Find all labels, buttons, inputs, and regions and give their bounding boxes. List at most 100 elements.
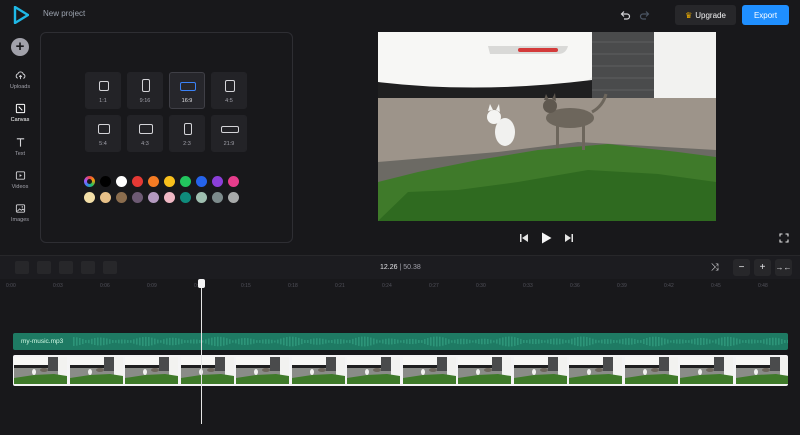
color-swatch[interactable] [132,176,143,187]
top-bar: New project ♛ Upgrade Export [0,0,800,30]
ratio-option-21-9[interactable]: 21:9 [211,115,247,152]
color-swatch[interactable] [180,176,191,187]
ratio-label: 5:4 [99,141,107,147]
upload-cloud-icon [15,71,25,80]
custom-color-picker-icon[interactable] [84,176,95,187]
color-swatch[interactable] [196,176,207,187]
redo-icon[interactable] [639,9,651,21]
duplicate-tool-icon[interactable] [37,261,51,274]
video-thumbnail [735,357,788,384]
ratio-label: 2:3 [183,141,191,147]
upgrade-button[interactable]: ♛ Upgrade [675,5,736,25]
undo-icon[interactable] [619,9,631,21]
export-button[interactable]: Export [742,5,789,25]
ratio-option-1-1[interactable]: 1:1 [85,72,121,109]
video-thumbnail [347,357,400,384]
canvas-settings-panel: 1:1 9:16 16:9 4:5 5:4 4:3 2:3 21:9 [40,32,293,243]
image-icon [15,204,25,213]
sidebar-item-videos[interactable]: Videos [0,170,40,200]
ratio-option-4-3[interactable]: 4:3 [127,115,163,152]
ratio-option-5-4[interactable]: 5:4 [85,115,121,152]
ratio-label: 16:9 [181,98,193,104]
sidebar-item-canvas[interactable]: Canvas [0,103,40,133]
ratio-option-16-9[interactable]: 16:9 [169,72,205,109]
crown-icon: ♛ [685,10,693,20]
ruler-tick-label: 0:00 [6,283,16,289]
ruler-tick-label: 0:06 [100,283,110,289]
timeline-toolbar: 12.26 | 50.38 ⤨ − + →← [0,255,800,279]
playhead-handle[interactable] [198,279,205,288]
audio-clip-label: my-music.mp3 [21,338,64,345]
delete-tool-icon[interactable] [103,261,117,274]
preview-frame-image [378,32,716,221]
zoom-out-button[interactable]: − [733,259,750,276]
ratio-label: 4:5 [225,98,233,104]
color-swatch[interactable] [84,192,95,203]
caption-tool-icon[interactable] [81,261,95,274]
color-swatch[interactable] [196,192,207,203]
color-swatch[interactable] [132,192,143,203]
sidebar-item-text[interactable]: Text [0,137,40,167]
color-swatch[interactable] [148,192,159,203]
sidebar-item-images[interactable]: Images [0,203,40,233]
timeline-ruler[interactable]: 0:000:030:060:090:120:150:180:210:240:27… [0,280,800,294]
video-thumbnail [69,357,123,384]
audio-clip[interactable]: my-music.mp3 [13,333,788,350]
audio-waveform [73,336,788,347]
ruler-tick-label: 0:45 [711,283,721,289]
ratio-label: 1:1 [99,98,107,104]
ratio-square-icon [99,81,109,91]
zoom-in-button[interactable]: + [754,259,771,276]
color-swatch[interactable] [228,176,239,187]
project-title[interactable]: New project [43,9,85,18]
fit-timeline-button[interactable]: →← [775,259,792,276]
ruler-tick-label: 0:15 [241,283,251,289]
timecode: 12.26 | 50.38 [380,264,421,271]
sidebar-label-uploads: Uploads [9,84,31,90]
current-time: 12.26 [380,264,398,271]
skip-forward-icon[interactable] [564,233,574,243]
volume-tool-icon[interactable] [59,261,73,274]
ratio-label: 9:16 [139,98,151,104]
canvas-icon [15,103,25,114]
video-thumbnail [236,357,289,384]
add-media-button[interactable]: + [11,38,29,56]
ruler-tick-label: 0:48 [758,283,768,289]
color-swatch[interactable] [116,176,127,187]
color-swatch[interactable] [164,192,175,203]
skip-back-icon[interactable] [519,233,529,243]
ratio-landscape-icon [98,124,110,134]
sidebar-item-uploads[interactable]: Uploads [0,70,40,100]
color-swatch[interactable] [100,176,111,187]
play-icon[interactable] [541,232,552,244]
color-swatch[interactable] [228,192,239,203]
ratio-landscape-icon [180,82,196,91]
split-tool-icon[interactable] [15,261,29,274]
ruler-tick-label: 0:30 [476,283,486,289]
ratio-option-4-5[interactable]: 4:5 [211,72,247,109]
video-thumbnail [180,357,234,384]
color-swatch[interactable] [116,192,127,203]
video-clip[interactable] [13,355,788,386]
color-swatch[interactable] [164,176,175,187]
color-swatch[interactable] [212,192,223,203]
video-thumbnail [458,357,511,384]
video-thumbnail [291,357,345,384]
ratio-option-2-3[interactable]: 2:3 [169,115,205,152]
ratio-wide-icon [221,126,239,133]
ratio-label: 21:9 [223,141,235,147]
text-icon [16,138,24,147]
app-logo-icon[interactable] [13,6,29,24]
sidebar-label-videos: Videos [11,184,29,190]
upgrade-label: Upgrade [695,10,726,20]
color-swatch[interactable] [212,176,223,187]
ratio-portrait-icon [142,79,150,92]
video-preview[interactable] [378,32,716,221]
sidebar-label-images: Images [10,217,30,223]
ratio-option-9-16[interactable]: 9:16 [127,72,163,109]
color-swatch[interactable] [180,192,191,203]
fullscreen-icon[interactable] [779,233,789,243]
color-swatch[interactable] [100,192,111,203]
color-swatch[interactable] [148,176,159,187]
shuffle-icon[interactable]: ⤨ [706,259,723,276]
